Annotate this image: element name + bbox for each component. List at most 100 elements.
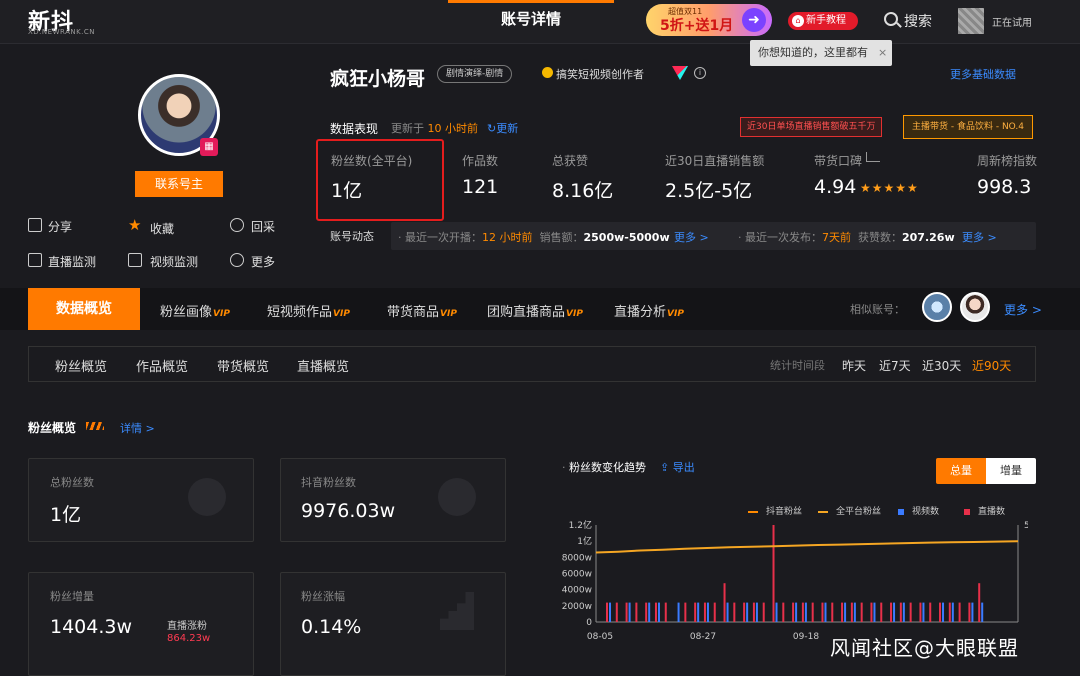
- source-watermark: 风闻社区@大眼联盟: [830, 636, 1019, 660]
- subtab-fans[interactable]: 粉丝概览: [55, 356, 107, 375]
- tab-group-live-goods[interactable]: 团购直播商品VIP: [487, 301, 583, 320]
- video-bar: [824, 602, 827, 622]
- video-bar: [628, 602, 631, 622]
- close-icon[interactable]: ×: [878, 46, 887, 59]
- period-label: 统计时间段: [770, 359, 825, 372]
- more-similar-link[interactable]: 更多 >: [1004, 301, 1042, 318]
- arrow-right-icon[interactable]: ➜: [742, 8, 766, 32]
- video-bar: [657, 602, 660, 622]
- card-sub-label: 直播涨粉: [167, 621, 207, 632]
- live-bar: [782, 602, 785, 622]
- star-icon: ★: [128, 216, 142, 234]
- x-tick-label: 08-27: [690, 632, 716, 642]
- video-bar: [775, 602, 778, 622]
- live-bar: [948, 602, 951, 622]
- qr-code-icon[interactable]: ▦: [200, 138, 218, 156]
- period-yesterday[interactable]: 昨天: [842, 357, 866, 374]
- stat-value: 8.16亿: [552, 180, 614, 202]
- user-avatar[interactable]: [958, 8, 984, 34]
- tab-short-videos[interactable]: 短视频作品VIP: [267, 301, 350, 320]
- updated-time: 更新于 10 小时前: [391, 122, 478, 135]
- card-value: 0.14%: [301, 616, 362, 638]
- detail-link[interactable]: 详情 >: [120, 420, 155, 436]
- card-label: 粉丝增量: [50, 590, 94, 603]
- favorite-button[interactable]: 收藏: [150, 220, 174, 237]
- video-bar: [746, 602, 749, 622]
- live-bar: [664, 602, 667, 622]
- card-value: 1404.3w: [50, 616, 133, 638]
- live-bar: [958, 602, 961, 622]
- tab-data-overview[interactable]: 数据概览: [28, 288, 140, 330]
- live-bar: [625, 602, 628, 622]
- video-bar: [706, 602, 709, 622]
- export-button[interactable]: ⇪ 导出: [660, 459, 695, 475]
- category-tag[interactable]: 剧情演绎-剧情: [437, 65, 513, 83]
- live-bar: [919, 602, 922, 622]
- info-icon[interactable]: i: [694, 67, 706, 79]
- live-monitor-button[interactable]: 直播监测: [48, 253, 96, 270]
- refresh-button[interactable]: ↻更新: [487, 120, 518, 136]
- video-bar: [873, 602, 876, 622]
- collect-icon: [230, 218, 244, 232]
- live-bar: [841, 602, 844, 622]
- subtab-live[interactable]: 直播概览: [297, 356, 349, 375]
- tab-goods[interactable]: 带货商品VIP: [387, 301, 457, 320]
- stat-value: 121: [462, 176, 499, 198]
- live-bar: [890, 602, 893, 622]
- period-7days[interactable]: 近7天: [879, 357, 911, 374]
- more-post-link[interactable]: 更多 >: [962, 229, 997, 245]
- video-monitor-icon: [128, 253, 142, 267]
- more-live-link[interactable]: 更多 >: [674, 229, 709, 245]
- y-tick-label: 1.2亿: [569, 519, 592, 531]
- y-tick-label: 8000w: [562, 553, 592, 563]
- stat-value: 1亿: [331, 180, 363, 202]
- similar-account-avatar[interactable]: [922, 292, 952, 322]
- live-bar: [743, 602, 746, 622]
- period-90days[interactable]: 近90天: [972, 357, 1011, 374]
- video-bar: [853, 602, 856, 622]
- share-icon: [28, 218, 42, 232]
- total-toggle[interactable]: 总量: [936, 458, 986, 484]
- live-bar: [723, 583, 726, 622]
- stat-label: 总获赞: [552, 154, 589, 168]
- tv-icon: [28, 253, 42, 267]
- video-monitor-button[interactable]: 视频监测: [150, 253, 198, 270]
- video-bar: [922, 602, 925, 622]
- video-bar: [942, 602, 945, 622]
- rank-badge: 主播带货 - 食品饮料 - NO.4: [903, 115, 1033, 139]
- increment-toggle[interactable]: 增量: [986, 458, 1036, 484]
- search-button[interactable]: 搜索: [904, 11, 932, 31]
- page-title: 账号详情: [500, 10, 561, 28]
- live-bar: [752, 602, 755, 622]
- live-bar: [733, 602, 736, 622]
- subtab-goods[interactable]: 带货概览: [217, 356, 269, 375]
- stat-value: 2.5亿-5亿: [665, 180, 753, 202]
- share-button[interactable]: 分享: [48, 218, 72, 235]
- video-bar: [726, 602, 729, 622]
- tab-fan-profile[interactable]: 粉丝画像VIP: [160, 301, 230, 320]
- performance-label: 数据表现: [330, 122, 379, 136]
- trend-icon[interactable]: [866, 152, 880, 162]
- rating-stars: ★★★★★: [860, 181, 919, 195]
- tab-live-analysis[interactable]: 直播分析VIP: [614, 301, 684, 320]
- more-button[interactable]: 更多: [251, 253, 275, 270]
- live-bar: [801, 602, 804, 622]
- stat-label: 近30日直播销售额: [665, 154, 765, 168]
- more-basic-data-link[interactable]: 更多基础数据: [950, 66, 1016, 82]
- stat-label: 带货口碑: [814, 154, 863, 168]
- period-30days[interactable]: 近30天: [922, 357, 961, 374]
- tiktok-icon[interactable]: [672, 66, 688, 80]
- all-platform-fans-line: [595, 540, 1019, 554]
- live-bar: [860, 602, 863, 622]
- collect-button[interactable]: 回采: [251, 218, 275, 235]
- search-icon[interactable]: [884, 12, 898, 26]
- contact-owner-button[interactable]: 联系号主: [135, 171, 223, 197]
- y-tick-label: 4000w: [562, 586, 592, 596]
- x-tick-label: 09-18: [793, 632, 819, 642]
- users-icon: [188, 478, 226, 516]
- live-bar: [645, 602, 648, 622]
- subtab-works[interactable]: 作品概览: [136, 356, 188, 375]
- live-bar: [606, 602, 608, 622]
- x-tick-label: 08-05: [587, 632, 613, 642]
- similar-account-avatar[interactable]: [960, 292, 990, 322]
